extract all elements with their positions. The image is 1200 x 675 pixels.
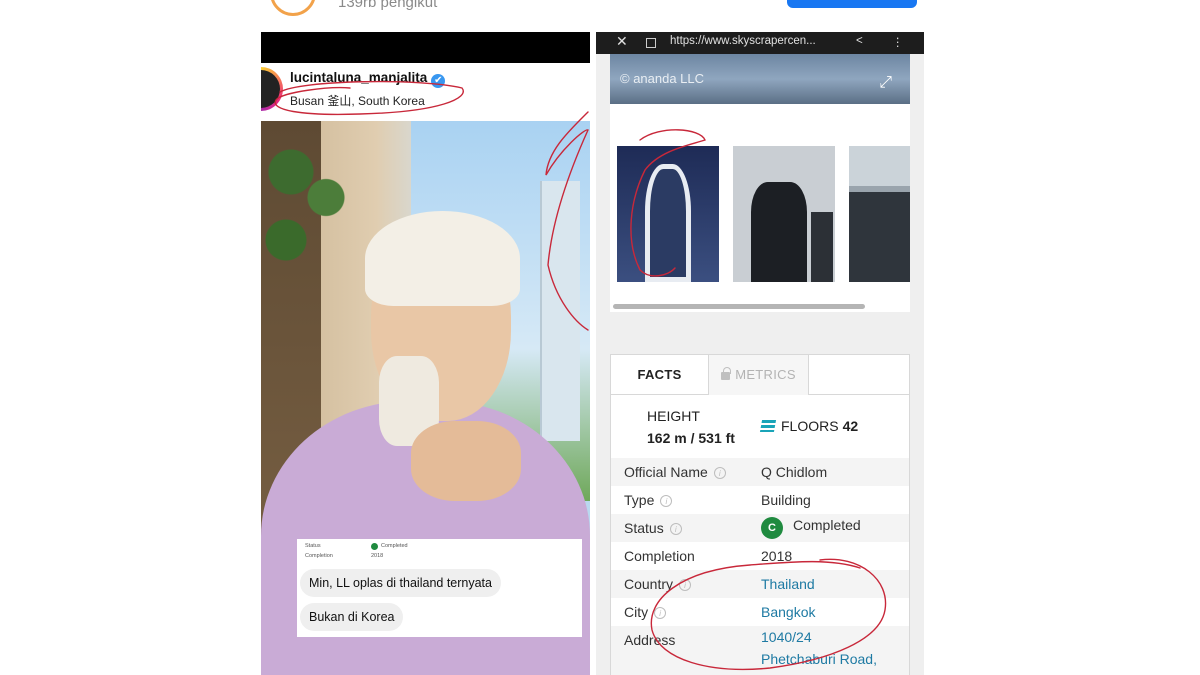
gallery-scrollbar[interactable] — [613, 304, 865, 309]
photo-hands — [411, 421, 521, 501]
address-line-1: 1040/24 — [761, 629, 812, 645]
thumbnail-building — [645, 164, 691, 282]
mini-completion-value: 2018 — [371, 553, 384, 559]
mini-facts-snippet: Status Completed Completion 2018 — [305, 542, 505, 562]
floors-value: 42 — [842, 418, 859, 434]
post-header: lucintaluna_manjalita ✔ Busan 釜山, South K… — [261, 63, 590, 121]
profile-strip: 139rb pengikut — [262, 0, 922, 16]
username-text: lucintaluna_manjalita — [290, 70, 428, 85]
floors-label: FLOORS — [781, 418, 839, 434]
height-label: HEIGHT — [647, 408, 700, 424]
chat-overlay: Status Completed Completion 2018 Min, LL… — [297, 539, 582, 637]
fact-key-text: Country — [624, 576, 674, 592]
fact-key: City i — [624, 604, 667, 620]
fact-key-text: City — [624, 604, 649, 620]
mini-completion-label: Completion — [305, 553, 333, 559]
share-icon[interactable]: < — [856, 35, 863, 47]
height-value: 162 m / 531 ft — [647, 430, 735, 446]
photo-plant — [261, 121, 361, 291]
skyscraper-screenshot: ✕ https://www.skyscrapercen... < ⋮ © ana… — [596, 32, 924, 675]
status-badge: C — [761, 517, 783, 539]
floors-stack-icon — [759, 420, 777, 432]
info-icon[interactable]: i — [669, 523, 682, 535]
facts-tabs: FACTS METRICS — [611, 355, 909, 395]
verified-icon: ✔ — [431, 74, 446, 88]
fact-key: Address — [624, 632, 676, 648]
fact-value: Building — [761, 492, 811, 508]
fact-key: Status i — [624, 520, 682, 536]
mini-status-value: Completed — [381, 543, 408, 549]
gallery-thumbnail[interactable] — [617, 146, 719, 282]
facts-panel: FACTS METRICS HEIGHT 162 m / 531 ft FLOO… — [610, 354, 910, 675]
tab-facts[interactable]: FACTS — [611, 355, 709, 395]
info-icon[interactable]: i — [654, 607, 667, 619]
fact-key: Official Name i — [624, 464, 726, 480]
follow-button[interactable] — [787, 0, 917, 8]
fact-row-completion: Completion 2018 — [611, 542, 909, 570]
tab-metrics[interactable]: METRICS — [709, 355, 809, 395]
fact-row-country: Country i Thailand — [611, 570, 909, 598]
status-text: Completed — [793, 517, 861, 533]
fact-value: Q Chidlom — [761, 464, 828, 480]
follower-count: 139rb pengikut — [338, 0, 438, 11]
floors-readout: FLOORS 42 — [759, 418, 859, 434]
fact-value: 2018 — [761, 548, 793, 564]
close-icon[interactable]: ✕ — [616, 33, 628, 50]
fact-row-address: Address 1040/24 Phetchaburi Road, — [611, 626, 909, 675]
image-credit: © ananda LLC — [620, 71, 705, 86]
fact-key-text: Official Name — [624, 464, 708, 480]
fact-key: Country i — [624, 576, 692, 592]
address-link[interactable]: 1040/24 Phetchaburi Road, — [761, 626, 877, 670]
gallery-thumbnail[interactable] — [849, 146, 910, 282]
address-line-2: Phetchaburi Road, — [761, 651, 877, 667]
padlock-icon — [721, 367, 731, 380]
more-icon[interactable]: ⋮ — [892, 35, 904, 49]
thumbnail-building — [849, 186, 910, 282]
expand-icon[interactable]: ⤢ — [879, 74, 892, 92]
image-gallery: © ananda LLC ⤢ — [610, 54, 910, 312]
mini-status-label: Status — [305, 543, 321, 549]
post-username[interactable]: lucintaluna_manjalita ✔ — [290, 70, 446, 88]
fact-key: Type i — [624, 492, 673, 508]
fact-row-status: Status i C Completed — [611, 514, 909, 542]
fact-key-text: Type — [624, 492, 655, 508]
fact-row-official-name: Official Name i Q Chidlom — [611, 458, 909, 486]
browser-url-bar: ✕ https://www.skyscrapercen... < ⋮ — [596, 32, 924, 54]
tab-metrics-label: METRICS — [735, 367, 796, 382]
gallery-thumbnail[interactable] — [733, 146, 835, 282]
story-ring-avatar[interactable] — [261, 67, 283, 111]
profile-avatar[interactable] — [270, 0, 316, 16]
height-floors-row: HEIGHT 162 m / 531 ft FLOORS 42 — [611, 396, 909, 464]
fact-key-text: Status — [624, 520, 664, 536]
chat-bubble: Min, LL oplas di thailand ternyata — [300, 569, 501, 597]
fact-row-city: City i Bangkok — [611, 598, 909, 626]
thumbnail-building — [751, 182, 807, 282]
fact-value: C Completed — [761, 517, 861, 539]
info-icon[interactable]: i — [713, 467, 726, 479]
thumbnail-building — [811, 212, 833, 282]
photo-head-bandage — [365, 211, 520, 306]
url-text[interactable]: https://www.skyscrapercen... — [670, 35, 816, 47]
city-link[interactable]: Bangkok — [761, 604, 815, 620]
fact-key: Completion — [624, 548, 695, 564]
mini-status-dot — [371, 543, 378, 550]
fact-row-type: Type i Building — [611, 486, 909, 514]
chat-bubble: Bukan di Korea — [300, 603, 404, 631]
post-location[interactable]: Busan 釜山, South Korea — [290, 92, 425, 109]
photo-building — [540, 181, 580, 441]
info-icon[interactable]: i — [660, 495, 673, 507]
lock-icon — [646, 38, 656, 48]
instagram-screenshot: lucintaluna_manjalita ✔ Busan 釜山, South K… — [261, 32, 590, 675]
status-bar — [261, 32, 590, 63]
country-link[interactable]: Thailand — [761, 576, 815, 592]
hero-image[interactable]: © ananda LLC ⤢ — [610, 54, 910, 104]
info-icon[interactable]: i — [679, 579, 692, 591]
